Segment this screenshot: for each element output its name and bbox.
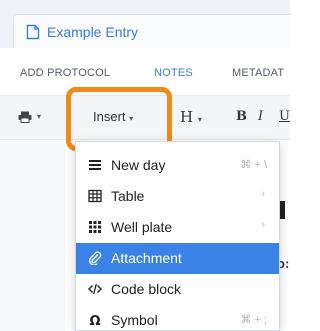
table-icon <box>88 189 102 203</box>
app-window: Example Entry ADD PROTOCOL NOTES METADAT… <box>0 0 290 331</box>
entry-title[interactable]: Example Entry <box>47 24 138 40</box>
paperclip-icon <box>89 251 102 265</box>
menu-item-well-plate[interactable]: Well plate › <box>76 212 279 243</box>
menu-item-code-block[interactable]: Code block <box>76 274 279 305</box>
editor-gutter <box>0 141 65 331</box>
menu-item-table[interactable]: Table › <box>76 181 279 212</box>
heading-label: H <box>180 108 194 126</box>
tab-add-protocol[interactable]: ADD PROTOCOL <box>20 67 110 79</box>
menu-item-attachment[interactable]: Attachment <box>76 243 279 274</box>
menu-item-label: Table <box>111 188 145 204</box>
menu-item-shortcut: ⌘ + \ <box>240 159 267 171</box>
bold-button[interactable]: B <box>236 109 247 133</box>
menu-item-label: New day <box>111 157 166 173</box>
entry-tab[interactable]: Example Entry <box>13 14 290 48</box>
tab-notes[interactable]: NOTES <box>154 67 193 79</box>
entry-title-bar: Example Entry <box>0 0 290 48</box>
menu-item-label: Symbol <box>111 312 158 328</box>
heading-button[interactable]: H ▾ <box>180 108 202 132</box>
print-dropdown-icon[interactable]: ▾ <box>37 112 41 136</box>
underline-button[interactable]: U <box>279 109 290 133</box>
menu-item-new-day[interactable]: New day ⌘ + \ <box>76 150 279 181</box>
submenu-arrow-icon: › <box>261 219 265 231</box>
heading-caret-icon: ▾ <box>197 115 202 124</box>
printer-icon[interactable] <box>18 111 32 123</box>
tab-metadata[interactable]: METADAT <box>232 67 284 79</box>
menu-item-label: Attachment <box>111 250 182 266</box>
document-icon <box>26 24 40 40</box>
menu-item-label: Code block <box>111 281 182 297</box>
menu-item-symbol[interactable]: Ω Symbol ⌘ + ; <box>76 305 279 331</box>
code-icon <box>88 283 102 295</box>
italic-button[interactable]: I <box>258 109 263 133</box>
submenu-arrow-icon: › <box>261 188 265 200</box>
omega-icon: Ω <box>89 314 100 327</box>
insert-menu: New day ⌘ + \ Table › Well plate › Attac… <box>75 141 280 331</box>
svg-text:Ω: Ω <box>89 314 100 327</box>
well-plate-icon <box>89 221 101 233</box>
new-day-icon <box>89 160 101 170</box>
menu-item-label: Well plate <box>111 219 173 235</box>
menu-item-shortcut: ⌘ + ; <box>240 314 267 326</box>
